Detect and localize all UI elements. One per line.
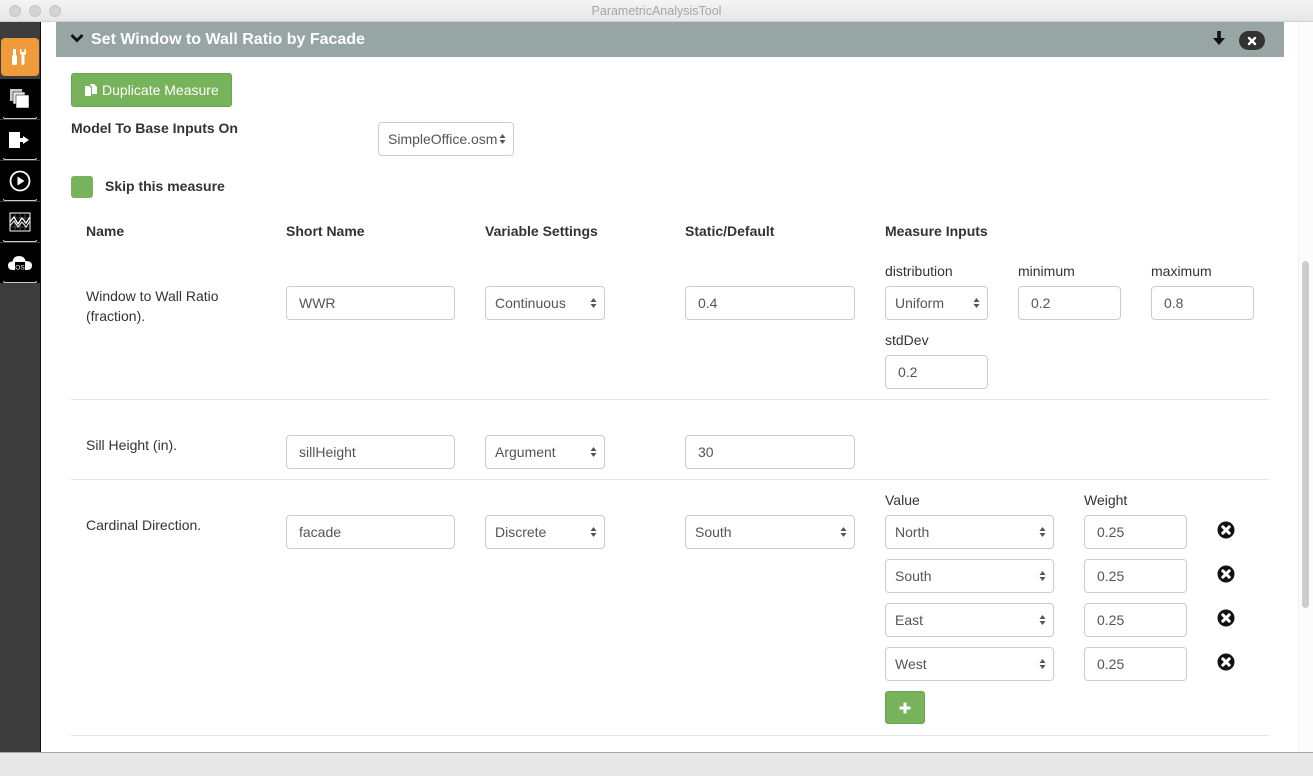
discrete-weight-input[interactable]: 0.25 — [1084, 559, 1187, 593]
duplicate-measure-label: Duplicate Measure — [102, 82, 219, 98]
column-header-static-default: Static/Default — [685, 223, 775, 239]
variable-setting-value: Discrete — [495, 524, 547, 540]
chart-icon — [9, 212, 31, 232]
weight-label: Weight — [1084, 492, 1128, 508]
sidebar-item-measures[interactable] — [1, 38, 39, 76]
measure-header[interactable]: Set Window to Wall Ratio by Facade — [56, 22, 1284, 57]
discrete-value: West — [895, 656, 927, 672]
remove-measure-button[interactable] — [1239, 31, 1265, 50]
column-header-name: Name — [86, 223, 125, 239]
argument-name: Window to Wall Ratio — [86, 288, 219, 304]
model-select-value: SimpleOffice.osm — [388, 131, 498, 147]
window-title: ParametricAnalysisTool — [591, 4, 722, 18]
stddev-input[interactable]: 0.2 — [885, 355, 988, 389]
maximum-input[interactable]: 0.8 — [1151, 286, 1254, 320]
short-name-input[interactable]: facade — [286, 515, 455, 549]
discrete-weight-input[interactable]: 0.25 — [1084, 647, 1187, 681]
column-header-variable-settings: Variable Settings — [485, 223, 598, 239]
duplicate-icon — [85, 84, 97, 96]
select-arrows-icon — [973, 298, 980, 308]
short-name-input[interactable]: WWR — [286, 286, 455, 320]
model-label: Model To Base Inputs On — [71, 120, 238, 136]
select-arrows-icon — [499, 134, 506, 144]
row-divider — [71, 479, 1269, 480]
discrete-value-select[interactable]: South — [885, 559, 1054, 593]
status-bar — [0, 752, 1313, 776]
row-divider — [71, 735, 1269, 736]
variable-setting-select[interactable]: Continuous — [485, 286, 605, 320]
discrete-value: East — [895, 612, 924, 628]
short-name-input[interactable]: sillHeight — [286, 435, 455, 469]
sidebar-item-design-alternatives[interactable] — [0, 79, 40, 119]
chevron-down-icon[interactable] — [70, 31, 84, 45]
row-divider — [71, 399, 1269, 400]
select-arrows-icon — [590, 298, 597, 308]
scrollbar-thumb[interactable] — [1302, 261, 1309, 608]
add-option-button[interactable] — [885, 691, 925, 724]
static-default-input[interactable]: 30 — [685, 435, 855, 469]
discrete-value: South — [895, 568, 932, 584]
sidebar-item-server[interactable]: OS — [0, 243, 40, 283]
argument-name-cont: (fraction). — [86, 308, 146, 324]
select-arrows-icon — [590, 447, 597, 457]
maximum-label: maximum — [1151, 263, 1212, 279]
select-arrows-icon — [1039, 527, 1046, 537]
copy-icon — [10, 89, 30, 109]
variable-setting-value: Continuous — [495, 295, 566, 311]
svg-text:OS: OS — [15, 265, 25, 272]
select-arrows-icon — [1039, 659, 1046, 669]
remove-option-icon[interactable] — [1217, 653, 1235, 671]
static-default-select[interactable]: South — [685, 515, 855, 549]
plus-icon — [899, 702, 911, 713]
sidebar-item-run[interactable] — [0, 161, 40, 201]
static-default-input[interactable]: 0.4 — [685, 286, 855, 320]
duplicate-measure-button[interactable]: Duplicate Measure — [71, 73, 232, 107]
variable-setting-select[interactable]: Argument — [485, 435, 605, 469]
select-arrows-icon — [590, 527, 597, 537]
argument-name: Cardinal Direction. — [86, 517, 202, 533]
minimum-input[interactable]: 0.2 — [1018, 286, 1121, 320]
remove-option-icon[interactable] — [1217, 565, 1235, 583]
wrench-screwdriver-icon — [12, 49, 26, 65]
minimum-label: minimum — [1018, 263, 1075, 279]
remove-option-icon[interactable] — [1217, 521, 1235, 539]
select-arrows-icon — [1039, 615, 1046, 625]
static-default-value: South — [695, 524, 732, 540]
sidebar-item-outputs[interactable] — [0, 120, 40, 160]
remove-option-icon[interactable] — [1217, 609, 1235, 627]
variable-setting-value: Argument — [495, 444, 556, 460]
variable-setting-select[interactable]: Discrete — [485, 515, 605, 549]
skip-measure-label: Skip this measure — [105, 178, 225, 194]
stddev-label: stdDev — [885, 332, 929, 348]
main-content: Set Window to Wall Ratio by Facade Dupli… — [41, 22, 1313, 752]
discrete-value-select[interactable]: North — [885, 515, 1054, 549]
discrete-weight-input[interactable]: 0.25 — [1084, 603, 1187, 637]
distribution-select[interactable]: Uniform — [885, 286, 988, 320]
distribution-label: distribution — [885, 263, 953, 279]
argument-name: Sill Height (in). — [86, 437, 178, 453]
select-arrows-icon — [1039, 571, 1046, 581]
select-arrows-icon — [840, 527, 847, 537]
window-titlebar: ParametricAnalysisTool — [0, 0, 1313, 22]
column-header-measure-inputs: Measure Inputs — [885, 223, 988, 239]
skip-measure-checkbox[interactable] — [71, 176, 93, 198]
column-header-short-name: Short Name — [286, 223, 365, 239]
sidebar-item-reports[interactable] — [0, 202, 40, 242]
discrete-weight-input[interactable]: 0.25 — [1084, 515, 1187, 549]
cloud-os-icon: OS — [8, 256, 32, 272]
download-arrow-icon[interactable] — [1212, 30, 1226, 46]
close-icon — [1247, 36, 1257, 45]
play-icon — [9, 170, 31, 192]
export-icon — [9, 132, 29, 148]
discrete-value-select[interactable]: East — [885, 603, 1054, 637]
discrete-value-select[interactable]: West — [885, 647, 1054, 681]
sidebar-nav: OS — [0, 22, 41, 752]
value-label: Value — [885, 492, 920, 508]
distribution-value: Uniform — [895, 295, 945, 311]
model-select[interactable]: SimpleOffice.osm — [378, 122, 514, 156]
measure-title: Set Window to Wall Ratio by Facade — [91, 31, 365, 48]
discrete-value: North — [895, 524, 930, 540]
